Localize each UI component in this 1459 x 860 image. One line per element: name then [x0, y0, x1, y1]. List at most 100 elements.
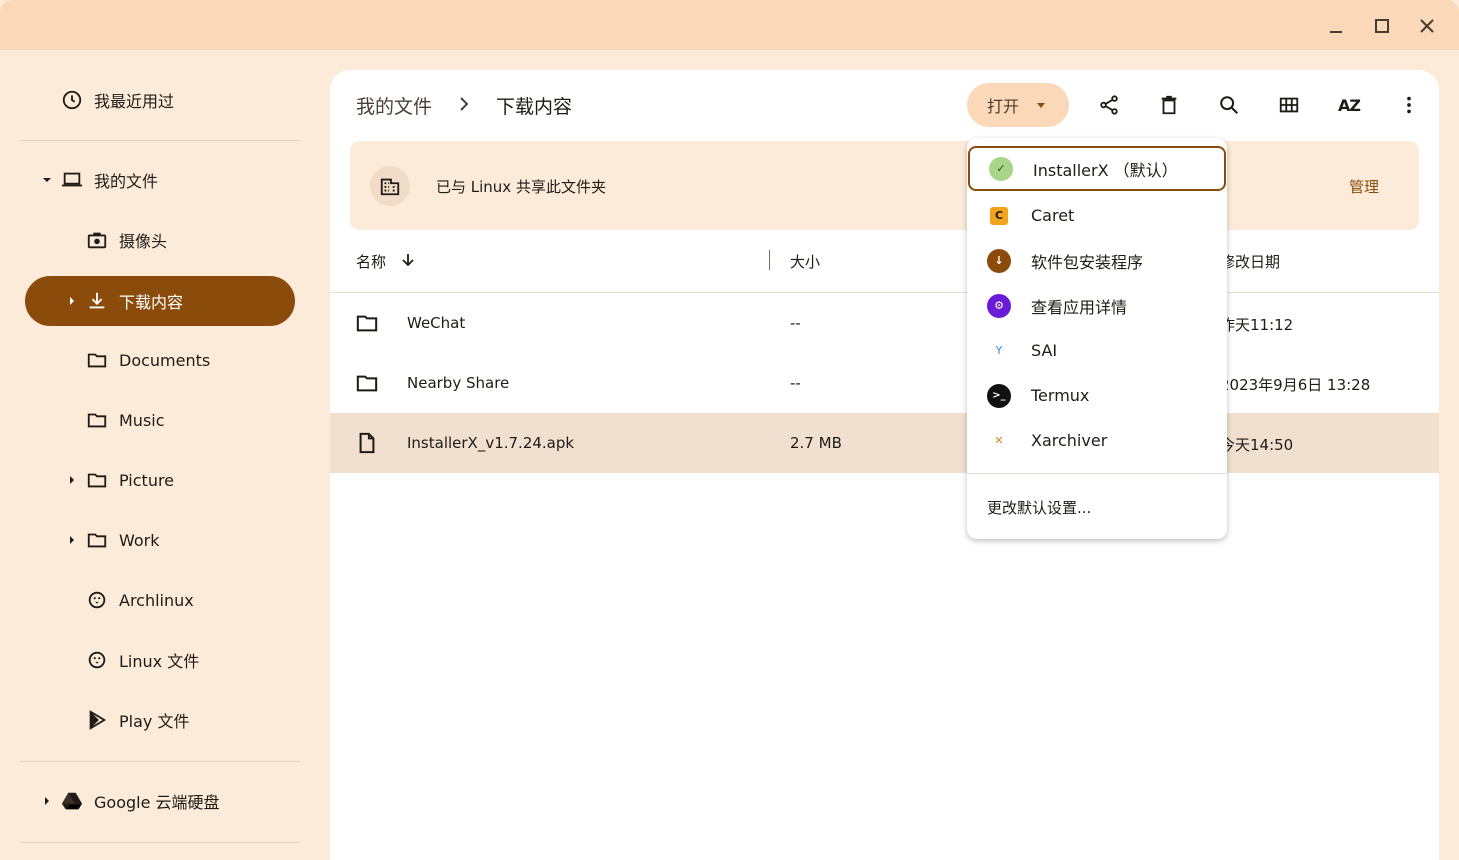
download-icon [85, 289, 109, 313]
chevron-right-icon[interactable] [65, 296, 79, 306]
installerx-icon: ✓ [989, 156, 1013, 181]
penguin-icon [85, 648, 109, 672]
google-drive-icon [60, 789, 84, 813]
termux-icon: >_ [987, 383, 1011, 408]
menu-item-label: Xarchiver [1031, 431, 1108, 450]
menu-item-label: Termux [1031, 386, 1090, 405]
menu-item-package-installer[interactable]: ↓ 软件包安装程序 [967, 238, 1227, 283]
breadcrumb-root[interactable]: 我的文件 [356, 92, 432, 119]
file-size: -- [790, 314, 801, 332]
minimize-icon[interactable] [1320, 10, 1352, 42]
menu-item-label: Caret [1031, 206, 1075, 225]
chevron-right-icon[interactable] [65, 535, 79, 545]
menu-item-installerx[interactable]: ✓ InstallerX （默认） [968, 146, 1226, 191]
manage-button[interactable]: 管理 [1349, 176, 1379, 197]
chevron-right-icon[interactable] [65, 475, 79, 485]
sidebar-item-recent[interactable]: 我最近用过 [40, 75, 300, 125]
sidebar-item-label: Play 文件 [119, 712, 190, 731]
file-size: 2.7 MB [790, 434, 842, 452]
menu-item-sai[interactable]: Y SAI [967, 328, 1227, 373]
sidebar-item-google-drive[interactable]: Google 云端硬盘 [40, 776, 300, 826]
sidebar: 我最近用过 我的文件 摄像头 下载内容 Documents Music Pict… [0, 50, 330, 860]
play-icon [85, 708, 109, 732]
penguin-icon [85, 588, 109, 612]
sidebar-item-music[interactable]: Music [65, 395, 300, 445]
camera-icon [85, 228, 109, 252]
chevron-down-icon[interactable] [40, 175, 54, 185]
caret-app-icon: C [990, 206, 1008, 225]
folder-icon [356, 312, 378, 334]
file-name: InstallerX_v1.7.24.apk [407, 434, 575, 452]
maximize-icon[interactable] [1366, 10, 1398, 42]
search-icon[interactable] [1214, 90, 1244, 120]
chevron-down-icon [1037, 102, 1046, 108]
table-row[interactable]: Nearby Share -- 2023年9月6日 13:28 [330, 353, 1439, 413]
sidebar-item-label: Google 云端硬盘 [94, 793, 220, 812]
change-default-button[interactable]: 更改默认设置... [987, 497, 1091, 518]
linux-share-banner: 已与 Linux 共享此文件夹 管理 [350, 141, 1419, 230]
file-name: WeChat [407, 314, 466, 332]
share-icon[interactable] [1094, 90, 1124, 120]
sidebar-item-my-files[interactable]: 我的文件 [40, 155, 300, 205]
sidebar-item-documents[interactable]: Documents [65, 335, 300, 385]
breadcrumb-current: 下载内容 [496, 96, 573, 118]
folder-icon [356, 372, 378, 394]
trash-icon[interactable] [1154, 90, 1184, 120]
column-header-modified[interactable]: 修改日期 [1220, 251, 1280, 272]
sidebar-item-play-files[interactable]: Play 文件 [65, 695, 300, 745]
column-header-name[interactable]: 名称 [356, 251, 386, 272]
sidebar-item-label: Work [119, 530, 160, 550]
menu-item-app-details[interactable]: ⚙ 查看应用详情 [967, 283, 1227, 328]
menu-item-label: InstallerX （默认） [1033, 160, 1178, 180]
folder-icon [85, 528, 109, 552]
open-button[interactable]: 打开 [967, 83, 1069, 127]
file-name: Nearby Share [407, 374, 510, 392]
sidebar-item-label: 下载内容 [119, 293, 184, 312]
package-installer-icon: ↓ [987, 248, 1011, 273]
title-bar [0, 0, 1459, 50]
banner-text: 已与 Linux 共享此文件夹 [436, 178, 606, 196]
laptop-icon [60, 168, 84, 192]
menu-item-xarchiver[interactable]: ✕ Xarchiver [967, 418, 1227, 463]
sidebar-item-picture[interactable]: Picture [65, 455, 300, 505]
menu-item-termux[interactable]: >_ Termux [967, 373, 1227, 418]
file-date: 今天14:50 [1220, 436, 1294, 454]
sidebar-item-downloads[interactable]: 下载内容 [25, 276, 295, 326]
arrow-down-icon[interactable] [400, 252, 416, 268]
sidebar-item-label: Archlinux [119, 590, 194, 610]
sidebar-divider [20, 761, 300, 762]
folder-icon [85, 348, 109, 372]
open-button-label: 打开 [987, 97, 1020, 116]
column-header-size[interactable]: 大小 [790, 251, 820, 272]
menu-item-label: 查看应用详情 [1031, 297, 1128, 317]
sidebar-item-linux-files[interactable]: Linux 文件 [65, 635, 300, 685]
table-row[interactable]: WeChat -- 昨天11:12 [330, 293, 1439, 353]
file-icon [356, 432, 378, 454]
sai-icon: Y [987, 338, 1011, 363]
sidebar-item-work[interactable]: Work [65, 515, 300, 565]
sidebar-item-label: 摄像头 [119, 232, 168, 251]
grid-view-icon[interactable] [1274, 90, 1304, 120]
folder-icon [85, 408, 109, 432]
building-icon [370, 166, 410, 206]
file-size: -- [790, 374, 801, 392]
sidebar-item-label: Documents [119, 350, 211, 370]
xarchiver-icon: ✕ [987, 428, 1011, 453]
table-row[interactable]: InstallerX_v1.7.24.apk 2.7 MB 今天14:50 [330, 413, 1439, 473]
sidebar-item-label: 我的文件 [94, 172, 159, 191]
open-with-menu: ✓ InstallerX （默认） C Caret ↓ 软件包安装程序 ⚙ 查看… [967, 138, 1227, 539]
sidebar-item-archlinux[interactable]: Archlinux [65, 575, 300, 625]
chevron-right-icon[interactable] [40, 796, 54, 806]
sidebar-item-label: Music [119, 410, 165, 430]
column-divider[interactable] [769, 250, 770, 270]
more-options-icon[interactable] [1394, 90, 1424, 120]
close-icon[interactable] [1411, 10, 1443, 42]
menu-divider [967, 473, 1227, 474]
sidebar-item-label: Picture [119, 470, 175, 490]
main-panel: 我的文件 下载内容 打开 AZ 已与 Linux 共享此文件夹 管理 名称 大小… [330, 70, 1439, 860]
menu-item-caret[interactable]: C Caret [967, 193, 1227, 238]
chevron-right-icon [456, 96, 472, 112]
sidebar-item-camera[interactable]: 摄像头 [65, 215, 300, 265]
sort-icon[interactable]: AZ [1334, 90, 1364, 120]
sidebar-item-label: 我最近用过 [94, 92, 175, 111]
